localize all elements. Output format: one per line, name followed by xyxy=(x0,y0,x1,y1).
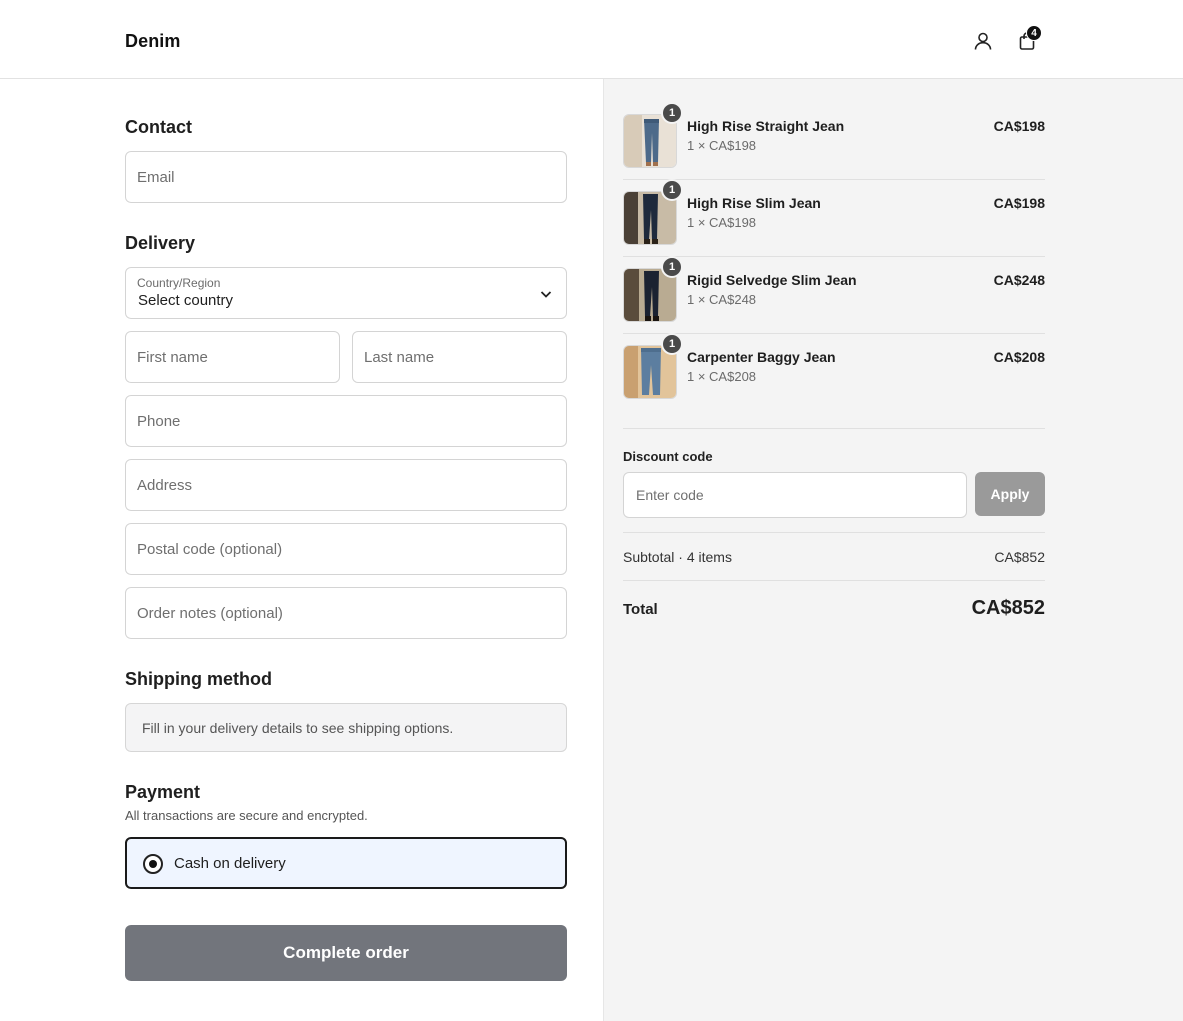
item-price: CA$248 xyxy=(993,272,1045,288)
divider xyxy=(623,256,1045,257)
item-price: CA$198 xyxy=(993,118,1045,134)
divider xyxy=(623,580,1045,581)
quantity-badge: 1 xyxy=(661,333,683,355)
phone-input[interactable] xyxy=(126,396,566,446)
order-notes-input[interactable] xyxy=(126,588,566,638)
shipping-heading: Shipping method xyxy=(125,669,272,689)
postal-code-input[interactable] xyxy=(126,524,566,574)
item-name: Carpenter Baggy Jean xyxy=(687,349,836,365)
postal-code-field[interactable] xyxy=(125,523,567,575)
last-name-field[interactable] xyxy=(352,331,567,383)
divider xyxy=(623,333,1045,334)
cart-button[interactable]: 4 xyxy=(1015,25,1042,53)
payment-option-cod[interactable]: Cash on delivery xyxy=(125,837,567,889)
radio-selected[interactable] xyxy=(143,854,163,874)
discount-label: Discount code xyxy=(623,449,713,464)
order-notes-field[interactable] xyxy=(125,587,567,639)
account-button[interactable] xyxy=(971,29,995,53)
last-name-input[interactable] xyxy=(353,332,566,382)
subtotal-value: CA$852 xyxy=(994,549,1045,565)
payment-option-label: Cash on delivery xyxy=(174,855,286,872)
address-field[interactable] xyxy=(125,459,567,511)
first-name-field[interactable] xyxy=(125,331,340,383)
apply-discount-button[interactable]: Apply xyxy=(975,472,1045,516)
divider xyxy=(623,428,1045,429)
site-header: Denim 4 xyxy=(0,0,1183,79)
country-label: Country/Region xyxy=(137,276,221,290)
line-item: 1 High Rise Slim Jean 1 × CA$198 CA$198 xyxy=(623,179,1045,262)
discount-code-input[interactable] xyxy=(624,473,966,517)
item-quantity-price: 1 × CA$198 xyxy=(687,138,757,153)
email-field[interactable] xyxy=(125,151,567,203)
item-price: CA$208 xyxy=(993,349,1045,365)
brand-logo[interactable]: Denim xyxy=(125,31,181,52)
divider xyxy=(623,179,1045,180)
quantity-badge: 1 xyxy=(661,179,683,201)
payment-subtitle: All transactions are secure and encrypte… xyxy=(125,808,368,823)
payment-heading: Payment xyxy=(125,782,201,802)
address-input[interactable] xyxy=(126,460,566,510)
quantity-badge: 1 xyxy=(661,102,683,124)
item-quantity-price: 1 × CA$198 xyxy=(687,215,757,230)
subtotal-label: Subtotal · 4 items xyxy=(623,549,732,565)
item-quantity-price: 1 × CA$248 xyxy=(687,292,757,307)
country-select[interactable]: Country/Region Select country xyxy=(125,267,567,319)
line-item: 1 High Rise Straight Jean 1 × CA$198 CA$… xyxy=(623,102,1045,185)
total-label: Total xyxy=(623,601,658,618)
line-item: 1 Carpenter Baggy Jean 1 × CA$208 CA$208 xyxy=(623,333,1045,416)
cart-count-badge: 4 xyxy=(1026,25,1042,41)
item-quantity-price: 1 × CA$208 xyxy=(687,369,757,384)
item-name: Rigid Selvedge Slim Jean xyxy=(687,272,857,288)
discount-code-field[interactable] xyxy=(623,472,967,518)
quantity-badge: 1 xyxy=(661,256,683,278)
line-item: 1 Rigid Selvedge Slim Jean 1 × CA$248 CA… xyxy=(623,256,1045,339)
complete-order-button[interactable]: Complete order xyxy=(125,925,567,981)
shipping-notice: Fill in your delivery details to see shi… xyxy=(125,703,567,752)
first-name-input[interactable] xyxy=(126,332,339,382)
item-price: CA$198 xyxy=(993,195,1045,211)
user-icon xyxy=(974,32,992,50)
chevron-down-icon xyxy=(540,291,552,298)
email-input[interactable] xyxy=(126,152,566,202)
total-value: CA$852 xyxy=(971,597,1045,619)
phone-field[interactable] xyxy=(125,395,567,447)
delivery-heading: Delivery xyxy=(125,233,196,253)
country-value: Select country xyxy=(138,292,234,309)
item-name: High Rise Slim Jean xyxy=(687,195,821,211)
divider xyxy=(623,532,1045,533)
contact-heading: Contact xyxy=(125,117,192,137)
item-name: High Rise Straight Jean xyxy=(687,118,845,134)
